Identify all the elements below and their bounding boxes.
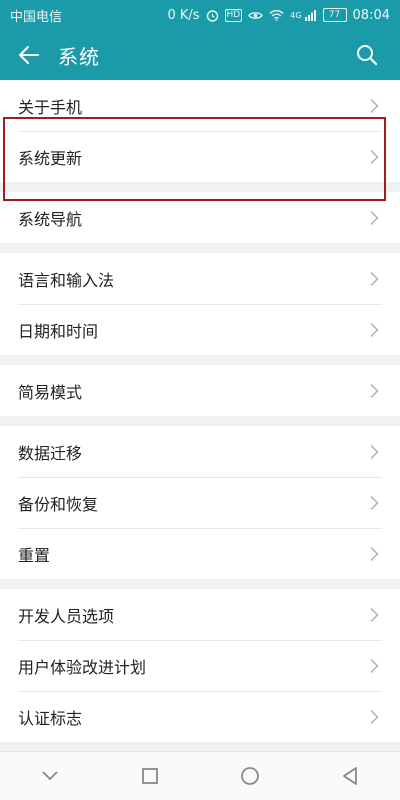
settings-row-label: 系统更新 xyxy=(18,148,83,168)
chevron-right-icon xyxy=(362,705,386,729)
navigation-bar xyxy=(0,751,400,800)
home-button[interactable] xyxy=(220,752,280,800)
page-title: 系统 xyxy=(58,44,100,69)
settings-row-label: 简易模式 xyxy=(18,382,83,402)
nav-collapse-button[interactable] xyxy=(20,752,80,800)
wifi-icon xyxy=(269,9,284,21)
arrow-left-icon xyxy=(19,46,39,64)
eye-icon xyxy=(248,10,263,21)
settings-row-label: 数据迁移 xyxy=(18,443,83,463)
status-time: 08:04 xyxy=(352,7,390,23)
chevron-right-icon xyxy=(362,267,386,291)
settings-row[interactable]: 系统更新 xyxy=(0,131,400,182)
settings-row[interactable]: 开发人员选项 xyxy=(0,589,400,640)
chevron-right-icon xyxy=(362,654,386,678)
chevron-right-icon xyxy=(362,206,386,230)
settings-group: 开发人员选项用户体验改进计划 认证标志 xyxy=(0,589,400,742)
settings-row-label: 开发人员选项 xyxy=(18,606,115,626)
settings-row-label: 语言和输入法 xyxy=(18,270,115,290)
hd-badge: HD xyxy=(224,8,243,22)
settings-group: 系统导航 xyxy=(0,192,400,243)
square-icon xyxy=(142,768,158,784)
system-back-button[interactable] xyxy=(320,752,380,800)
settings-list: 关于手机系统更新系统导航语言和输入法 日期和时间简易模式数据迁移备份和恢复重置开发… xyxy=(0,80,400,752)
settings-row-label: 关于手机 xyxy=(18,97,83,117)
settings-row-label: 认证标志 xyxy=(18,708,83,728)
chevron-right-icon xyxy=(362,145,386,169)
battery-indicator: 77 xyxy=(322,8,347,22)
chevron-right-icon xyxy=(362,379,386,403)
settings-row[interactable]: 用户体验改进计划 xyxy=(0,640,400,691)
app-header: 系统 xyxy=(0,30,400,80)
settings-group: 语言和输入法 日期和时间 xyxy=(0,253,400,355)
settings-row[interactable]: 数据迁移 xyxy=(0,426,400,477)
chevron-right-icon xyxy=(362,542,386,566)
chevron-down-icon xyxy=(42,771,58,781)
settings-row[interactable]: 认证标志 xyxy=(0,691,400,742)
settings-row-label: 重置 xyxy=(18,545,51,565)
settings-row-label: 用户体验改进计划 xyxy=(18,657,147,677)
settings-row[interactable]: 备份和恢复 xyxy=(0,477,400,528)
carrier-label: 中国电信 xyxy=(10,9,63,25)
settings-row[interactable]: 重置 xyxy=(0,528,400,579)
network-type-label: 4G xyxy=(290,10,302,20)
signal-icon xyxy=(304,9,317,21)
recent-apps-button[interactable] xyxy=(120,752,180,800)
back-button[interactable] xyxy=(0,30,58,80)
chevron-right-icon xyxy=(362,491,386,515)
settings-group: 简易模式 xyxy=(0,365,400,416)
settings-row[interactable]: 日期和时间 xyxy=(0,304,400,355)
status-bar: 中国电信 0 K/s HD 4G 77 08:04 xyxy=(0,0,400,30)
settings-row[interactable]: 简易模式 xyxy=(0,365,400,416)
chevron-right-icon xyxy=(362,603,386,627)
search-icon xyxy=(357,45,378,66)
chevron-right-icon xyxy=(362,440,386,464)
settings-group: 数据迁移备份和恢复重置 xyxy=(0,426,400,579)
network-speed: 0 K/s xyxy=(167,7,200,23)
settings-row[interactable]: 关于手机 xyxy=(0,80,400,131)
settings-row-label: 日期和时间 xyxy=(18,321,99,341)
settings-row-label: 系统导航 xyxy=(18,209,83,229)
settings-row[interactable]: 语言和输入法 xyxy=(0,253,400,304)
triangle-back-icon xyxy=(343,767,357,785)
search-button[interactable] xyxy=(352,40,382,70)
circle-icon xyxy=(241,767,259,785)
chevron-right-icon xyxy=(362,318,386,342)
settings-group: 关于手机 系统更新 xyxy=(0,80,400,182)
status-icons: 0 K/s HD 4G 77 08:04 xyxy=(167,8,390,23)
settings-row[interactable]: 系统导航 xyxy=(0,192,400,243)
alarm-icon xyxy=(206,9,219,22)
chevron-right-icon xyxy=(362,94,386,118)
settings-row-label: 备份和恢复 xyxy=(18,494,99,514)
